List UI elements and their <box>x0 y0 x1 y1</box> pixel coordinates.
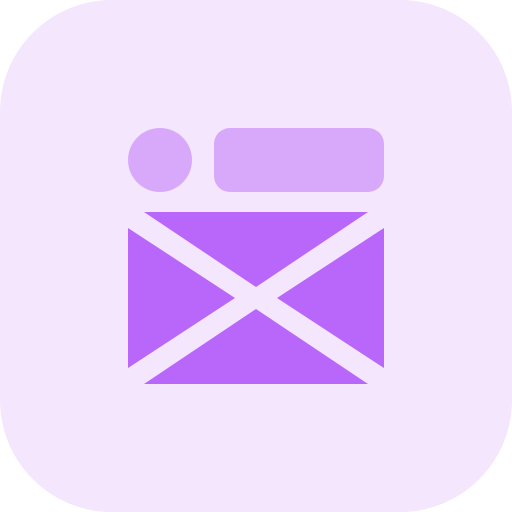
avatar-circle <box>128 128 192 192</box>
app-icon-tile <box>0 0 512 512</box>
email-template-icon <box>0 0 512 512</box>
header-bar <box>214 128 384 192</box>
